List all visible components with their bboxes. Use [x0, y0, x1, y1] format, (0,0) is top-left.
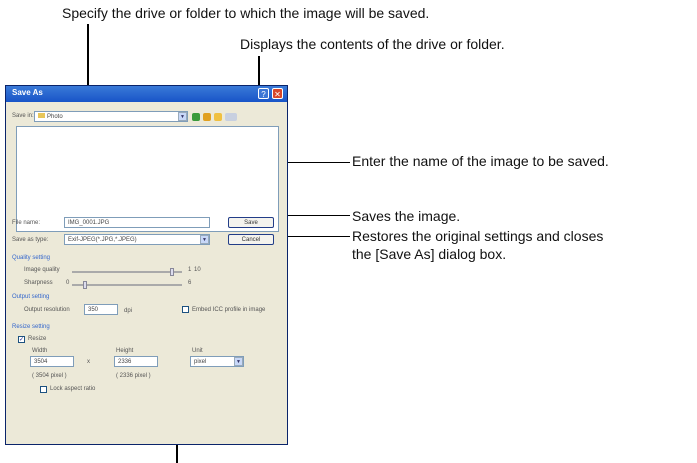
chevron-down-icon[interactable]: ▼ [200, 235, 209, 244]
image-quality-slider[interactable] [72, 271, 182, 273]
resolution-unit-label: dpi [124, 308, 133, 314]
output-setting-header: Output setting [12, 294, 50, 300]
width-original: ( 3504 pixel ) [32, 373, 67, 379]
chevron-down-icon[interactable]: ▼ [234, 357, 243, 366]
save-button[interactable]: Save [228, 217, 274, 228]
image-quality-max: 10 [194, 267, 201, 273]
folder-icon [38, 113, 45, 118]
embed-icc-checkbox[interactable] [182, 306, 189, 313]
annotation-cancel-button-line2: the [Save As] dialog box. [352, 246, 507, 262]
dialog-titlebar: Save As ? ✕ [6, 86, 287, 102]
height-input[interactable]: 2336 [114, 356, 158, 367]
unit-label: Unit [192, 348, 203, 354]
annotation-save-button: Saves the image. [352, 208, 461, 224]
sharpness-label: Sharpness [24, 280, 53, 286]
back-icon[interactable] [192, 113, 200, 121]
height-label: Height [116, 348, 134, 354]
lock-aspect-checkbox[interactable] [40, 386, 47, 393]
file-name-input[interactable]: IMG_0001.JPG [64, 217, 210, 228]
help-button[interactable]: ? [258, 88, 269, 99]
close-button[interactable]: ✕ [272, 88, 283, 99]
resize-checkbox[interactable]: ✓ [18, 336, 25, 343]
save-as-dialog: Save As ? ✕ Save in: Photo ▼ File name: … [5, 85, 288, 445]
image-quality-min: 1 [188, 267, 192, 273]
annotation-contents: Displays the contents of the drive or fo… [240, 36, 505, 52]
lock-aspect-label: Lock aspect ratio [50, 386, 96, 392]
file-name-label: File name: [12, 220, 41, 226]
sharpness-min: 0 [66, 280, 70, 286]
file-type-label: Save as type: [12, 237, 49, 243]
save-in-value: Photo [47, 114, 63, 120]
dialog-title: Save As [12, 88, 43, 97]
annotation-cancel-button-line1: Restores the original settings and close… [352, 228, 604, 244]
output-resolution-input[interactable]: 350 [84, 304, 118, 315]
resize-label: Resize [28, 336, 47, 342]
view-menu-icon[interactable] [225, 113, 237, 121]
height-original: ( 2336 pixel ) [116, 373, 151, 379]
cancel-button[interactable]: Cancel [228, 234, 274, 245]
times-sign: x [87, 359, 90, 365]
annotation-file-name: Enter the name of the image to be saved. [352, 153, 609, 169]
up-folder-icon[interactable] [203, 113, 211, 121]
width-input[interactable]: 3504 [30, 356, 74, 367]
annotation-save-in: Specify the drive or folder to which the… [62, 5, 430, 21]
chevron-down-icon[interactable]: ▼ [178, 112, 187, 121]
quality-setting-header: Quality setting [12, 255, 51, 261]
sharpness-slider-thumb[interactable] [83, 281, 87, 289]
save-in-dropdown[interactable]: Photo [34, 111, 188, 122]
new-folder-icon[interactable] [214, 113, 222, 121]
sharpness-max: 6 [188, 280, 192, 286]
embed-icc-label: Embed ICC profile in image [192, 307, 266, 313]
save-in-label: Save in: [12, 113, 34, 119]
resize-setting-header: Resize setting [12, 324, 50, 330]
width-label: Width [32, 348, 48, 354]
output-resolution-label: Output resolution [24, 307, 70, 313]
image-quality-label: Image quality [24, 267, 60, 273]
image-quality-slider-thumb[interactable] [170, 268, 174, 276]
sharpness-slider[interactable] [72, 284, 182, 286]
file-type-dropdown[interactable]: Exif-JPEG(*.JPG,*.JPEG) [64, 234, 210, 245]
